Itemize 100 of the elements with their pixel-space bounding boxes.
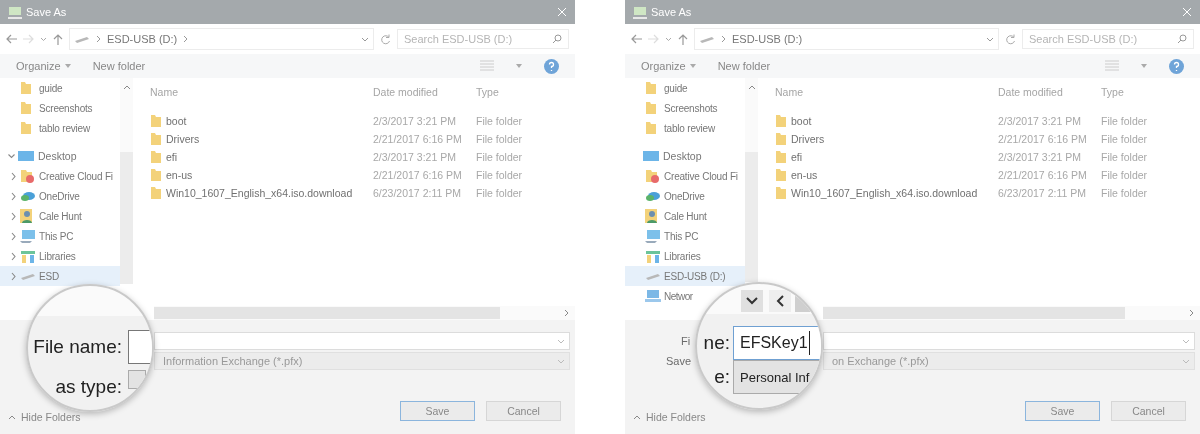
hide-folders-button[interactable]: Hide Folders: [8, 411, 81, 423]
expand-chevron-icon[interactable]: [9, 171, 17, 181]
file-name[interactable]: en-us: [791, 169, 818, 181]
dialog-button[interactable]: Cancel: [486, 401, 561, 421]
scroll-left-button[interactable]: [769, 290, 791, 312]
dropdown-caret-icon[interactable]: [1182, 338, 1190, 344]
chevron-icon[interactable]: [96, 35, 101, 43]
save-type-dropdown[interactable]: on Exchange (*.pfx): [823, 352, 1195, 370]
refresh-icon[interactable]: [380, 33, 391, 45]
column-header[interactable]: Type: [476, 86, 556, 98]
hide-folders-button[interactable]: Hide Folders: [633, 411, 706, 423]
nav-item[interactable]: Cale Hunt: [0, 206, 120, 226]
file-name-field[interactable]: [128, 330, 152, 364]
nav-item[interactable]: Creative Cloud Fi: [625, 166, 745, 186]
up-arrow-icon[interactable]: [678, 33, 688, 45]
nav-item[interactable]: This PC: [0, 226, 120, 246]
dialog-button[interactable]: Cancel: [1111, 401, 1186, 421]
path-segment[interactable]: ESD-USB (D:): [732, 33, 803, 45]
caret-icon[interactable]: [516, 64, 522, 68]
file-name[interactable]: Win10_1607_English_x64.iso.download: [166, 187, 353, 199]
forward-arrow-icon[interactable]: [23, 34, 34, 44]
back-arrow-icon[interactable]: [631, 34, 642, 44]
nav-item[interactable]: Desktop: [0, 146, 120, 166]
caret-icon[interactable]: [1141, 64, 1147, 68]
expand-chevron-icon[interactable]: [9, 211, 17, 221]
nav-item[interactable]: tablo review: [625, 118, 745, 138]
organize-menu[interactable]: Organize: [641, 60, 686, 72]
dialog-button[interactable]: Save: [400, 401, 475, 421]
file-name[interactable]: efi: [166, 151, 178, 163]
nav-item[interactable]: Creative Cloud Fi: [0, 166, 120, 186]
forward-arrow-icon[interactable]: [648, 34, 659, 44]
close-icon[interactable]: [1182, 7, 1192, 17]
file-name[interactable]: Drivers: [791, 133, 825, 145]
scroll-down-button[interactable]: [741, 290, 763, 312]
up-arrow-icon[interactable]: [53, 33, 63, 45]
column-header[interactable]: Name: [150, 86, 373, 98]
chevron-icon[interactable]: [721, 35, 726, 43]
address-bar[interactable]: ESD-USB (D:): [694, 28, 999, 50]
refresh-icon[interactable]: [1005, 33, 1016, 45]
nav-item[interactable]: Screenshots: [625, 98, 745, 118]
nav-item[interactable]: Screenshots: [0, 98, 120, 118]
file-name[interactable]: Drivers: [166, 133, 200, 145]
expand-chevron-icon[interactable]: [9, 251, 17, 261]
file-name[interactable]: boot: [791, 115, 812, 127]
scroll-up-icon[interactable]: [747, 84, 756, 90]
file-name[interactable]: efi: [791, 151, 803, 163]
scrollbar[interactable]: [823, 306, 1200, 320]
file-name-field[interactable]: EFSKey1: [733, 326, 821, 360]
nav-item[interactable]: This PC: [625, 226, 745, 246]
nav-item[interactable]: Libraries: [625, 246, 745, 266]
dialog-button[interactable]: Save: [1025, 401, 1100, 421]
path-segment[interactable]: ESD-USB (D:): [107, 33, 178, 45]
new-folder-button[interactable]: New folder: [92, 60, 146, 72]
back-arrow-icon[interactable]: [6, 34, 17, 44]
nav-item[interactable]: guide: [625, 78, 745, 98]
expand-chevron-icon[interactable]: [9, 191, 17, 201]
caret-icon[interactable]: [689, 64, 696, 68]
column-header[interactable]: Date modified: [373, 86, 476, 98]
new-folder-button[interactable]: New folder: [717, 60, 771, 72]
collapse-chevron-icon[interactable]: [7, 151, 15, 161]
scrollbar[interactable]: [120, 78, 133, 284]
file-name[interactable]: Win10_1607_English_x64.iso.download: [791, 187, 978, 199]
column-header[interactable]: Name: [775, 86, 998, 98]
folder-icon: [645, 169, 661, 183]
scrollbar[interactable]: [154, 306, 575, 320]
help-icon[interactable]: [544, 58, 559, 74]
nav-item[interactable]: Libraries: [0, 246, 120, 266]
caret-icon[interactable]: [40, 36, 47, 42]
dropdown-caret-icon[interactable]: [361, 36, 369, 42]
scroll-right-icon[interactable]: [1189, 309, 1195, 317]
address-bar[interactable]: ESD-USB (D:): [69, 28, 374, 50]
scroll-up-icon[interactable]: [122, 84, 131, 90]
nav-item[interactable]: Cale Hunt: [625, 206, 745, 226]
dropdown-caret-icon[interactable]: [986, 36, 994, 42]
nav-item[interactable]: ESD: [0, 266, 120, 286]
dropdown-caret-icon[interactable]: [557, 338, 565, 344]
organize-menu[interactable]: Organize: [16, 60, 61, 72]
nav-item[interactable]: ESD-USB (D:): [625, 266, 745, 286]
scrollbar[interactable]: [745, 78, 758, 282]
save-type-dropdown[interactable]: Information Exchange (*.pfx): [154, 352, 570, 370]
help-icon[interactable]: [1169, 58, 1184, 74]
chevron-icon[interactable]: [183, 35, 189, 43]
file-name[interactable]: boot: [166, 115, 187, 127]
nav-item[interactable]: tablo review: [0, 118, 120, 138]
expand-chevron-icon[interactable]: [9, 271, 17, 281]
nav-item[interactable]: OneDrive: [0, 186, 120, 206]
expand-chevron-icon[interactable]: [9, 231, 17, 241]
nav-item[interactable]: Networ: [625, 286, 695, 306]
scroll-right-icon[interactable]: [564, 309, 570, 317]
column-header[interactable]: Date modified: [998, 86, 1101, 98]
close-icon[interactable]: [557, 7, 567, 17]
nav-item[interactable]: Desktop: [625, 146, 745, 166]
save-type-dropdown[interactable]: [128, 370, 146, 389]
save-type-dropdown[interactable]: Personal Inf: [733, 360, 821, 394]
caret-icon[interactable]: [64, 64, 71, 68]
nav-item[interactable]: guide: [0, 78, 120, 98]
file-name[interactable]: en-us: [166, 169, 193, 181]
column-header[interactable]: Type: [1101, 86, 1181, 98]
nav-item[interactable]: OneDrive: [625, 186, 745, 206]
caret-icon[interactable]: [665, 36, 672, 42]
